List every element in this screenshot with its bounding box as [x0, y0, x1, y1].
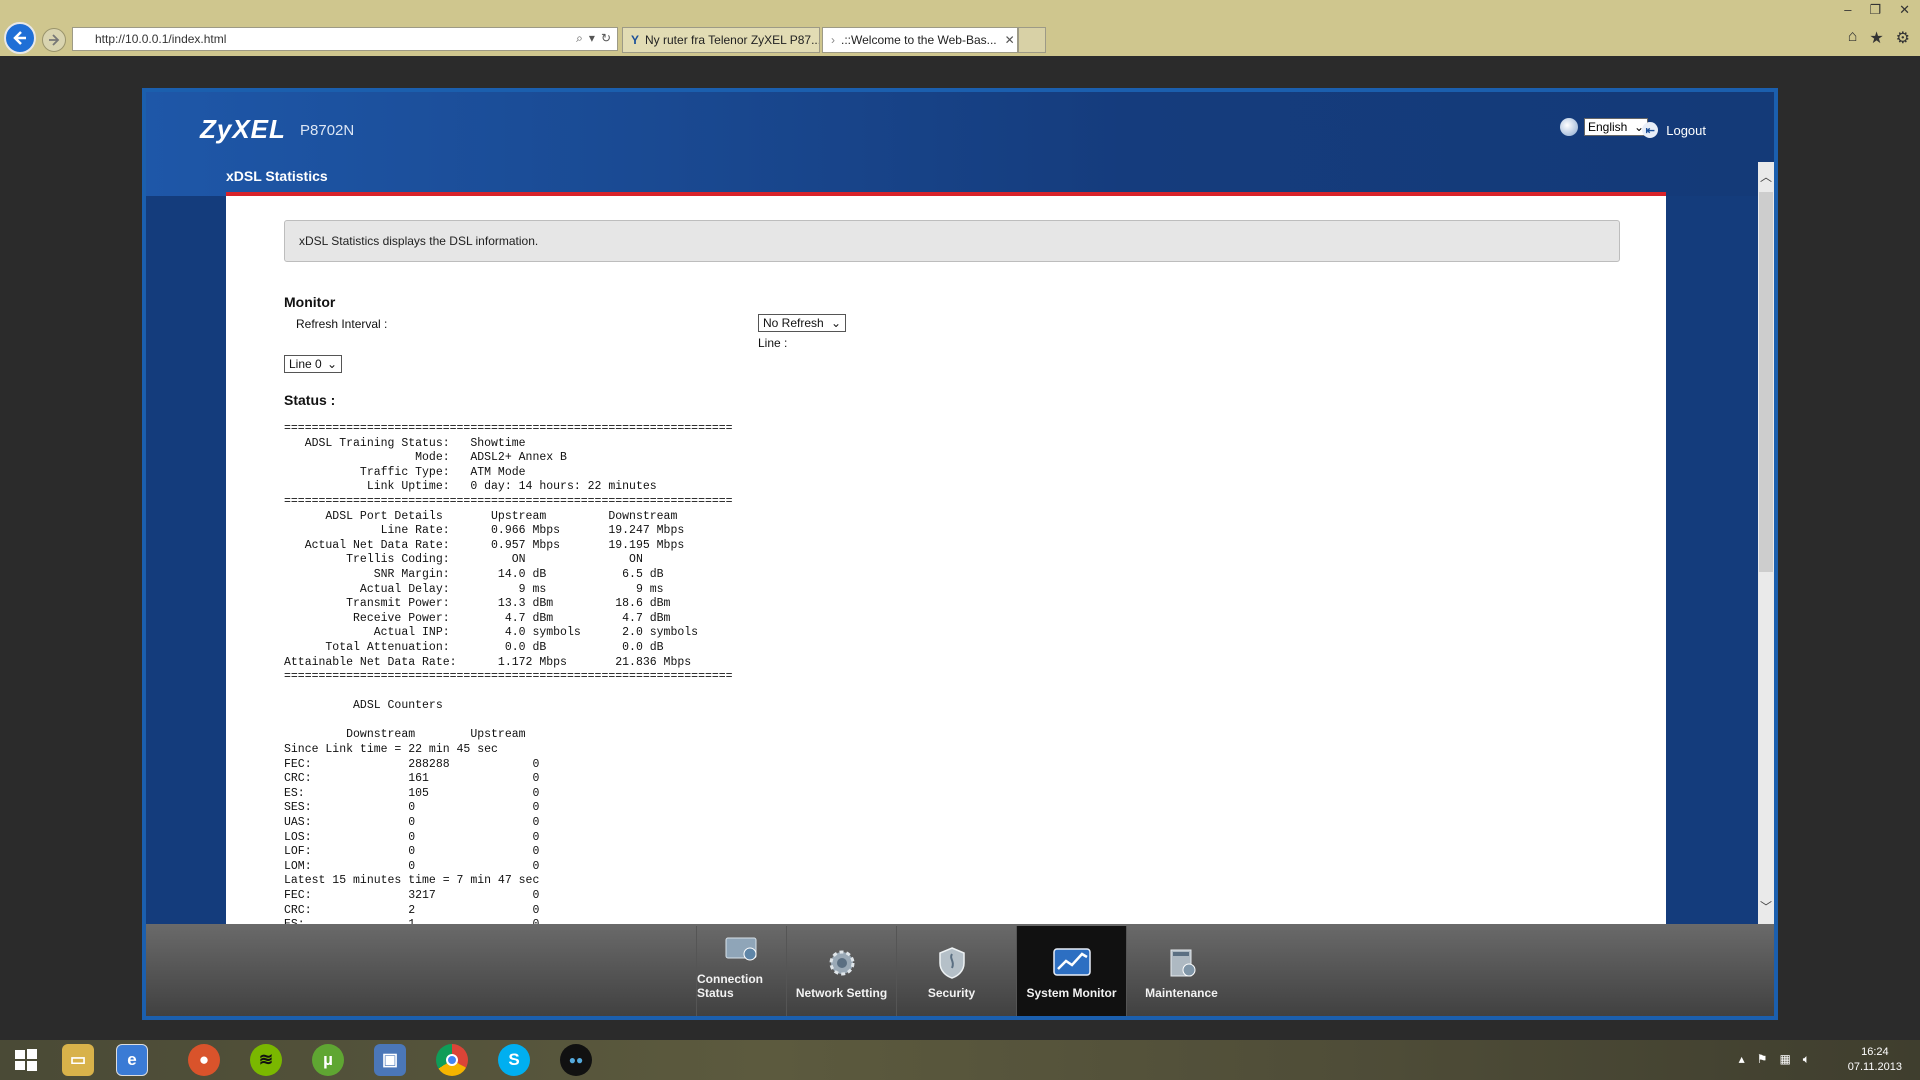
status-output: ========================================…: [284, 422, 733, 924]
browser-chrome: http://10.0.0.1/index.html ⌕ ▾ ↻ Y Ny ru…: [0, 0, 1920, 56]
chevron-down-icon: ⌄: [326, 357, 337, 371]
tab-close-icon[interactable]: ✕: [1005, 33, 1015, 47]
chrome-icon[interactable]: [436, 1044, 468, 1076]
tray-expand-icon[interactable]: ▴: [1739, 1052, 1745, 1067]
nav-label: Maintenance: [1145, 986, 1218, 1000]
scroll-up-icon[interactable]: ︿: [1760, 168, 1772, 185]
security-icon: [932, 946, 972, 980]
dropdown-chevron-icon[interactable]: ▾: [589, 31, 595, 46]
flag-icon[interactable]: ⚑: [1757, 1052, 1768, 1067]
network-monitor-icon[interactable]: ▣: [374, 1044, 406, 1076]
close-window-icon[interactable]: ✕: [1899, 2, 1910, 18]
clock-time: 16:24: [1861, 1046, 1889, 1058]
nav-security[interactable]: Security: [896, 926, 1006, 1016]
utorrent-icon[interactable]: µ: [312, 1044, 344, 1076]
tab-label: Ny ruter fra Telenor ZyXEL P87...: [645, 33, 820, 47]
address-bar[interactable]: http://10.0.0.1/index.html ⌕ ▾ ↻: [72, 27, 618, 51]
windows-start-icon[interactable]: [10, 1044, 42, 1076]
logout-button[interactable]: ⇤ Logout: [1642, 122, 1706, 138]
minimize-icon[interactable]: –: [1844, 2, 1851, 18]
internet-explorer-icon[interactable]: e: [116, 1044, 148, 1076]
tab-page-icon: ›: [831, 33, 835, 47]
nav-label: Network Setting: [795, 986, 888, 1000]
origin-icon[interactable]: ●: [188, 1044, 220, 1076]
status-heading: Status :: [284, 392, 336, 408]
refresh-interval-value: No Refresh: [763, 316, 824, 330]
logout-icon: ⇤: [1642, 122, 1659, 138]
clock[interactable]: 16:24 07.11.2013: [1848, 1045, 1902, 1075]
clock-date: 07.11.2013: [1847, 1061, 1902, 1073]
nav-label: Security: [927, 986, 976, 1000]
router-header: ZyXEL P8702N xDSL Statistics English ⌄ ⇤…: [146, 92, 1774, 196]
globe-icon: [1560, 118, 1578, 136]
search-icon[interactable]: ⌕: [576, 31, 583, 46]
scroll-thumb[interactable]: [1759, 192, 1773, 572]
forward-arrow-icon: [49, 34, 60, 46]
info-text: xDSL Statistics displays the DSL informa…: [299, 234, 539, 248]
line-select[interactable]: Line 0 ⌄: [284, 355, 342, 373]
nav-label: System Monitor: [1026, 986, 1117, 1000]
app-owl-icon[interactable]: ●●: [560, 1044, 592, 1076]
line-value: Line 0: [289, 357, 322, 371]
page-title: xDSL Statistics: [226, 168, 328, 184]
model-name: P8702N: [300, 122, 355, 139]
content-panel: xDSL Statistics displays the DSL informa…: [226, 192, 1666, 924]
refresh-icon[interactable]: ↻: [601, 31, 611, 46]
router-frame: ZyXEL P8702N xDSL Statistics English ⌄ ⇤…: [142, 88, 1778, 1020]
nav-system-monitor[interactable]: System Monitor: [1016, 926, 1126, 1016]
network-setting-icon: [822, 946, 862, 980]
back-arrow-icon: [13, 31, 26, 45]
scrollbar[interactable]: ︿ ﹀: [1758, 162, 1774, 924]
network-icon[interactable]: ▦: [1779, 1052, 1790, 1067]
back-button[interactable]: [4, 22, 36, 54]
language-select[interactable]: English ⌄: [1584, 118, 1648, 136]
tab-welcome[interactable]: › .::Welcome to the Web-Bas... ✕: [822, 27, 1018, 53]
forward-button[interactable]: [42, 28, 66, 52]
bottom-nav: Connection Status Network Setting Securi…: [146, 924, 1774, 1016]
info-box: xDSL Statistics displays the DSL informa…: [284, 220, 1620, 262]
page-viewport: ZyXEL P8702N xDSL Statistics English ⌄ ⇤…: [0, 56, 1920, 1040]
taskbar: ▭ e ● ≋ µ ▣ S ●● ▴ ⚑ ▦ 🔈︎ 16:24 07.11.20…: [0, 1040, 1920, 1080]
brand-logo: ZyXEL: [200, 114, 286, 144]
line-label: Line :: [758, 336, 788, 350]
settings-gear-icon[interactable]: ⚙: [1896, 28, 1910, 48]
tab-favicon-icon: Y: [631, 33, 640, 47]
file-explorer-icon[interactable]: ▭: [62, 1044, 94, 1076]
home-icon[interactable]: ⌂: [1848, 28, 1858, 48]
maintenance-icon: [1162, 946, 1202, 980]
nav-network-setting[interactable]: Network Setting: [786, 926, 896, 1016]
volume-icon[interactable]: 🔈︎: [1803, 1052, 1810, 1067]
favorites-star-icon[interactable]: ★: [1869, 28, 1883, 48]
logout-label: Logout: [1666, 122, 1706, 138]
chevron-down-icon: ⌄: [830, 316, 841, 330]
nav-label: Connection Status: [697, 972, 763, 1000]
language-value: English: [1588, 120, 1628, 134]
system-monitor-icon: [1052, 946, 1092, 980]
connection-status-icon: [722, 932, 762, 966]
nav-connection-status[interactable]: Connection Status: [696, 926, 786, 1016]
scroll-down-icon[interactable]: ﹀: [1760, 898, 1772, 915]
address-url: http://10.0.0.1/index.html: [95, 32, 227, 46]
refresh-interval-select[interactable]: No Refresh ⌄: [758, 314, 846, 332]
refresh-interval-label: Refresh Interval :: [296, 317, 388, 331]
monitor-heading: Monitor: [284, 294, 336, 310]
new-tab-button[interactable]: [1018, 27, 1046, 53]
tab-label: .::Welcome to the Web-Bas...: [841, 33, 997, 47]
restore-icon[interactable]: ❐: [1869, 2, 1881, 18]
nav-maintenance[interactable]: Maintenance: [1126, 926, 1236, 1016]
skype-icon[interactable]: S: [498, 1044, 530, 1076]
tab-telenor[interactable]: Y Ny ruter fra Telenor ZyXEL P87...: [622, 27, 820, 53]
spotify-icon[interactable]: ≋: [250, 1044, 282, 1076]
